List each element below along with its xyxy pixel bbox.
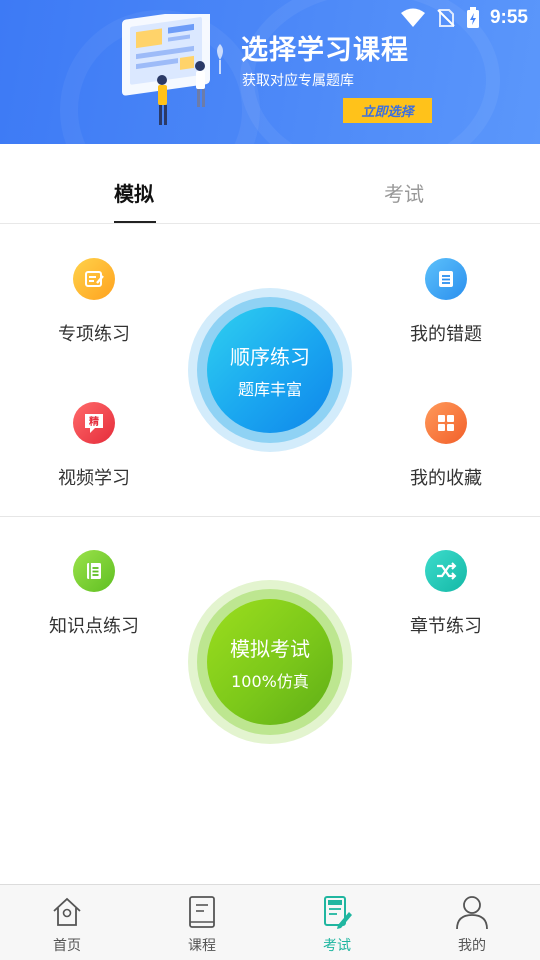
knowledge-point-practice-item[interactable]: 知识点练习 <box>34 550 154 638</box>
sequential-practice-subtitle: 题库丰富 <box>237 379 302 399</box>
mock-exam-title: 模拟考试 <box>230 636 310 661</box>
circle-ring: 模拟考试 100%仿真 <box>197 589 343 735</box>
sequential-practice-title: 顺序练习 <box>230 344 310 369</box>
bottom-navigation: 首页 课程 考试 我的 <box>0 884 540 960</box>
special-practice-item[interactable]: 专项练习 <box>34 258 154 346</box>
special-practice-label: 专项练习 <box>58 324 130 345</box>
user-icon <box>432 893 512 931</box>
book-list-icon <box>73 550 115 592</box>
my-mistakes-item[interactable]: 我的错题 <box>386 258 506 346</box>
nav-courses-label: 课程 <box>188 938 216 954</box>
document-list-icon <box>425 258 467 300</box>
mock-exam-button[interactable]: 模拟考试 100%仿真 <box>188 580 352 744</box>
nav-courses[interactable]: 课程 <box>162 893 242 955</box>
tab-simulation[interactable]: 模拟 <box>114 178 154 207</box>
section-divider <box>0 516 540 517</box>
nav-exam[interactable]: 考试 <box>297 893 377 955</box>
nav-profile[interactable]: 我的 <box>432 893 512 955</box>
banner-illustration <box>122 14 223 125</box>
book-icon <box>162 893 242 931</box>
nav-exam-label: 考试 <box>323 938 351 954</box>
wifi-icon <box>400 8 425 27</box>
status-bar: 9:55 <box>400 6 528 30</box>
tab-bar: 模拟 考试 <box>0 160 540 224</box>
chapter-practice-label: 章节练习 <box>410 616 482 637</box>
banner-title: 选择学习课程 <box>241 35 409 66</box>
sequential-practice-button[interactable]: 顺序练习 题库丰富 <box>188 288 352 452</box>
circle-core: 模拟考试 100%仿真 <box>207 599 333 725</box>
chapter-practice-item[interactable]: 章节练习 <box>386 550 506 638</box>
edit-note-icon <box>73 258 115 300</box>
shuffle-icon <box>425 550 467 592</box>
my-mistakes-label: 我的错题 <box>410 324 482 345</box>
battery-charging-icon <box>466 7 479 28</box>
banner-subtitle: 获取对应专属题库 <box>242 73 354 89</box>
select-now-button[interactable]: 立即选择 <box>343 98 432 123</box>
video-learning-label: 视频学习 <box>58 468 130 489</box>
tab-exam[interactable]: 考试 <box>384 178 424 207</box>
exam-edit-icon <box>297 893 377 931</box>
video-learning-item[interactable]: 精 视频学习 <box>34 402 154 490</box>
jing-badge-icon: 精 <box>73 402 115 444</box>
home-icon <box>27 893 107 931</box>
my-favorites-item[interactable]: 我的收藏 <box>386 402 506 490</box>
no-sim-icon <box>437 9 455 27</box>
nav-home-label: 首页 <box>53 938 81 954</box>
nav-profile-label: 我的 <box>458 938 486 954</box>
knowledge-point-practice-label: 知识点练习 <box>49 616 139 637</box>
mock-exam-subtitle: 100%仿真 <box>231 671 309 691</box>
active-tab-indicator <box>114 221 156 223</box>
nav-home[interactable]: 首页 <box>27 893 107 955</box>
promo-banner[interactable]: 9:55 选择学习课程 获取对应专属题库 立即选择 <box>0 0 540 144</box>
svg-text:精: 精 <box>89 415 99 428</box>
grid-squares-icon <box>425 402 467 444</box>
status-time: 9:55 <box>489 7 528 28</box>
circle-ring: 顺序练习 题库丰富 <box>197 297 343 443</box>
my-favorites-label: 我的收藏 <box>410 468 482 489</box>
circle-core: 顺序练习 题库丰富 <box>207 307 333 433</box>
